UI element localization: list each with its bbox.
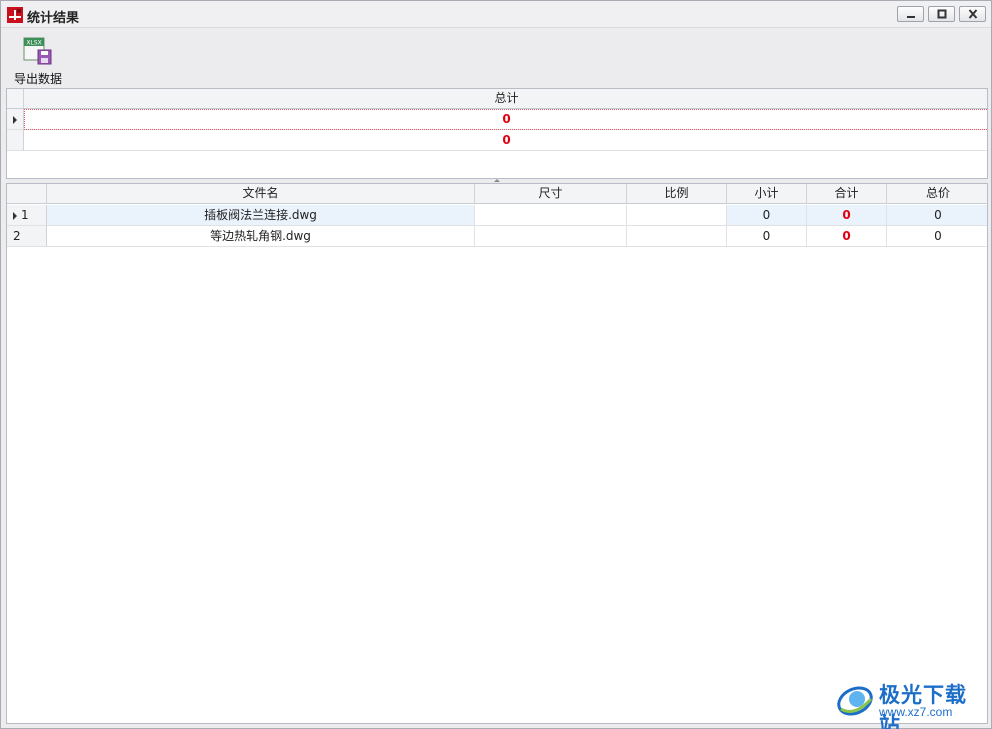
title-bar[interactable]: 统计结果 <box>1 1 991 28</box>
toolbar: XLSX 导出数据 <box>1 29 991 88</box>
table-cell-filename[interactable]: 等边热轧角钢.dwg <box>47 226 475 247</box>
column-header-size[interactable]: 尺寸 <box>475 184 627 204</box>
watermark-url: www.xz7.com <box>879 705 952 719</box>
summary-grid[interactable]: 总计 0 0 <box>6 88 988 179</box>
close-icon <box>967 9 979 19</box>
table-row-indicator[interactable]: 1 <box>7 205 47 226</box>
export-data-label: 导出数据 <box>8 70 68 87</box>
row-number: 2 <box>13 226 21 246</box>
watermark: 极光下载站 www.xz7.com <box>835 677 987 723</box>
table-cell-total-price[interactable]: 0 <box>887 226 988 247</box>
summary-corner-header <box>7 89 24 109</box>
maximize-icon <box>936 9 948 19</box>
watermark-text: 极光下载站 <box>879 679 987 729</box>
summary-row-indicator[interactable] <box>7 130 24 151</box>
statistics-window: 统计结果 XLSX 导出数据 总计 0 0 文件名 尺寸 比例 小计 合计 总价… <box>0 0 992 729</box>
row-number: 1 <box>21 205 29 225</box>
file-grid-corner-header <box>7 184 47 204</box>
column-header-scale[interactable]: 比例 <box>627 184 727 204</box>
table-cell-total[interactable]: 0 <box>807 205 887 226</box>
summary-total-cell[interactable]: 0 <box>24 109 988 130</box>
close-button[interactable] <box>959 6 986 22</box>
table-cell-size[interactable] <box>475 226 627 247</box>
table-cell-scale[interactable] <box>627 205 727 226</box>
table-cell-scale[interactable] <box>627 226 727 247</box>
column-header-total-price[interactable]: 总价 <box>887 184 988 204</box>
summary-row-indicator[interactable] <box>7 109 24 130</box>
file-grid[interactable]: 文件名 尺寸 比例 小计 合计 总价 1 插板阀法兰连接.dwg 0 0 0 2… <box>6 183 988 724</box>
summary-total-header[interactable]: 总计 <box>24 89 988 109</box>
current-row-arrow-icon <box>13 116 17 124</box>
column-header-filename[interactable]: 文件名 <box>47 184 475 204</box>
splitter-grip-icon <box>494 179 500 182</box>
cad-app-icon <box>7 7 23 23</box>
maximize-button[interactable] <box>928 6 955 22</box>
xlsx-icon-text: XLSX <box>26 40 41 47</box>
xlsx-save-icon: XLSX <box>23 36 53 66</box>
current-row-arrow-icon <box>13 212 17 220</box>
summary-total-cell[interactable]: 0 <box>24 130 988 151</box>
table-cell-total[interactable]: 0 <box>807 226 887 247</box>
table-cell-subtotal[interactable]: 0 <box>727 205 807 226</box>
table-cell-filename[interactable]: 插板阀法兰连接.dwg <box>47 205 475 226</box>
table-cell-total-price[interactable]: 0 <box>887 205 988 226</box>
window-title: 统计结果 <box>27 7 79 26</box>
table-cell-size[interactable] <box>475 205 627 226</box>
column-header-total[interactable]: 合计 <box>807 184 887 204</box>
minimize-icon <box>905 9 917 19</box>
minimize-button[interactable] <box>897 6 924 22</box>
export-data-button[interactable]: XLSX 导出数据 <box>8 32 68 86</box>
table-cell-subtotal[interactable]: 0 <box>727 226 807 247</box>
column-header-subtotal[interactable]: 小计 <box>727 184 807 204</box>
table-row-indicator[interactable]: 2 <box>7 226 47 247</box>
aurora-logo-icon <box>835 679 875 719</box>
